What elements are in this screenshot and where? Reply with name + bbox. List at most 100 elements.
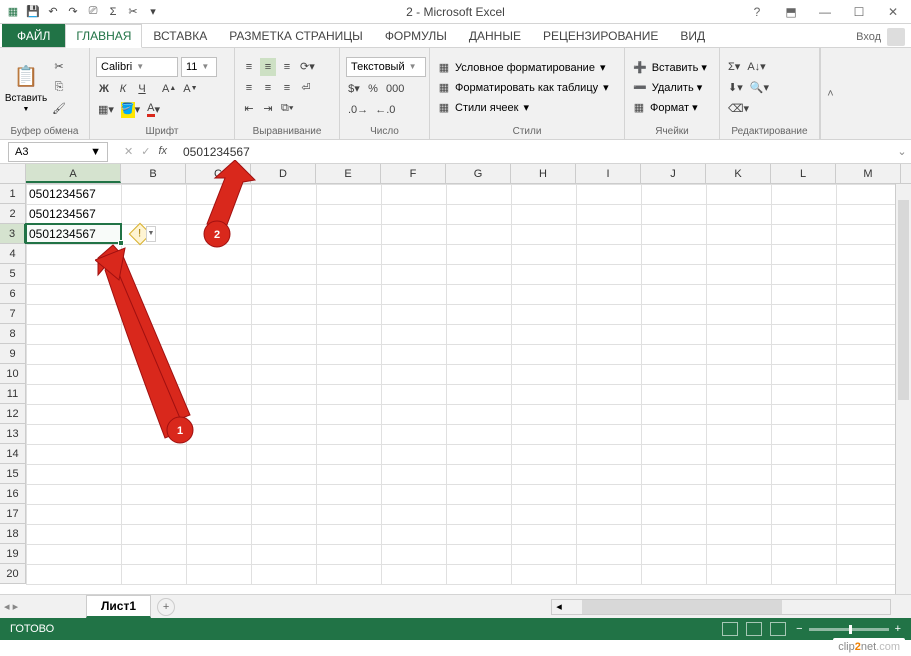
row-header[interactable]: 16: [0, 484, 26, 504]
decrease-indent-button[interactable]: ⇤: [241, 100, 257, 118]
row-header[interactable]: 13: [0, 424, 26, 444]
minimize-icon[interactable]: —: [811, 5, 839, 19]
zoom-in-icon[interactable]: +: [895, 623, 901, 635]
row-header[interactable]: 7: [0, 304, 26, 324]
account-login[interactable]: Вход: [856, 28, 905, 46]
fill-handle[interactable]: [118, 240, 124, 246]
row-header[interactable]: 5: [0, 264, 26, 284]
chevron-down-icon[interactable]: ▼: [90, 146, 101, 158]
clear-button[interactable]: ⌫▾: [726, 100, 751, 118]
fill-color-button[interactable]: 🪣▾: [119, 101, 142, 119]
sheet-tab[interactable]: Лист1: [86, 595, 151, 618]
row-header[interactable]: 20: [0, 564, 26, 584]
row-header[interactable]: 19: [0, 544, 26, 564]
cut-icon[interactable]: ✂: [124, 3, 142, 21]
conditional-formatting-button[interactable]: ▦Условное форматирование▾: [436, 59, 609, 77]
cell-A1[interactable]: 0501234567: [26, 184, 121, 204]
bold-button[interactable]: Ж: [96, 80, 112, 98]
row-header[interactable]: 1: [0, 184, 26, 204]
row-header[interactable]: 10: [0, 364, 26, 384]
redo-icon[interactable]: ↷: [64, 3, 82, 21]
align-right-button[interactable]: ≡: [279, 79, 295, 97]
zoom-out-icon[interactable]: −: [796, 623, 802, 635]
paste-button[interactable]: 📋 Вставить ▼: [6, 51, 46, 124]
cancel-formula-icon[interactable]: ✕: [124, 145, 133, 158]
tab-page-layout[interactable]: РАЗМЕТКА СТРАНИЦЫ: [218, 24, 374, 47]
column-header[interactable]: E: [316, 164, 381, 183]
undo-icon[interactable]: ↶: [44, 3, 62, 21]
percent-button[interactable]: %: [365, 80, 381, 98]
column-header[interactable]: C: [186, 164, 251, 183]
comma-button[interactable]: 000: [384, 80, 406, 98]
help-icon[interactable]: ?: [743, 5, 771, 19]
tab-file[interactable]: ФАЙЛ: [2, 24, 65, 47]
smart-tag-dropdown[interactable]: ▼: [146, 226, 156, 242]
row-header[interactable]: 2: [0, 204, 26, 224]
wrap-text-button[interactable]: ⏎: [298, 79, 314, 97]
autosum-icon[interactable]: Σ: [104, 3, 122, 21]
tab-review[interactable]: РЕЦЕНЗИРОВАНИЕ: [532, 24, 669, 47]
save-icon[interactable]: 💾: [24, 3, 42, 21]
insert-cells-button[interactable]: ➕Вставить▾: [631, 59, 707, 77]
row-header[interactable]: 9: [0, 344, 26, 364]
name-box[interactable]: A3▼: [8, 142, 108, 162]
scrollbar-thumb[interactable]: [582, 600, 782, 614]
borders-button[interactable]: ▦▾: [96, 101, 116, 119]
select-all-corner[interactable]: [0, 164, 26, 183]
column-header[interactable]: H: [511, 164, 576, 183]
increase-indent-button[interactable]: ⇥: [260, 100, 276, 118]
font-name-combo[interactable]: Calibri▼: [96, 57, 178, 77]
column-header[interactable]: J: [641, 164, 706, 183]
scrollbar-thumb[interactable]: [898, 200, 909, 400]
row-header[interactable]: 6: [0, 284, 26, 304]
ribbon-options-icon[interactable]: ⬒: [777, 5, 805, 19]
tab-data[interactable]: ДАННЫЕ: [458, 24, 532, 47]
autosum-button[interactable]: Σ▾: [726, 58, 742, 76]
view-buttons[interactable]: [722, 622, 786, 636]
grow-font-button[interactable]: A▲: [160, 80, 178, 98]
italic-button[interactable]: К: [115, 80, 131, 98]
format-painter-button[interactable]: 🖌: [50, 100, 68, 118]
column-header[interactable]: M: [836, 164, 901, 183]
tab-formulas[interactable]: ФОРМУЛЫ: [374, 24, 458, 47]
row-header[interactable]: 15: [0, 464, 26, 484]
row-header[interactable]: 12: [0, 404, 26, 424]
fx-icon[interactable]: fx: [158, 145, 167, 158]
close-icon[interactable]: ✕: [879, 5, 907, 19]
font-color-button[interactable]: A▾: [145, 101, 162, 119]
touch-mode-icon[interactable]: ⎚: [84, 3, 102, 21]
orientation-button[interactable]: ⟳▾: [298, 58, 317, 76]
enter-formula-icon[interactable]: ✓: [141, 145, 150, 158]
vertical-scrollbar[interactable]: [895, 184, 911, 594]
row-header[interactable]: 18: [0, 524, 26, 544]
maximize-icon[interactable]: ☐: [845, 5, 873, 19]
format-cells-button[interactable]: ▦Формат▾: [631, 99, 707, 117]
merge-button[interactable]: ⧉▾: [279, 100, 295, 118]
font-size-combo[interactable]: 11▼: [181, 57, 217, 77]
column-header[interactable]: G: [446, 164, 511, 183]
row-header[interactable]: 17: [0, 504, 26, 524]
sort-filter-button[interactable]: A↓▾: [745, 58, 767, 76]
align-middle-button[interactable]: ≡: [260, 58, 276, 76]
decrease-decimal-button[interactable]: ←.0: [373, 101, 397, 119]
horizontal-scrollbar[interactable]: ◂: [551, 599, 891, 615]
sheet-nav[interactable]: ◂ ▸: [4, 600, 18, 613]
align-top-button[interactable]: ≡: [241, 58, 257, 76]
shrink-font-button[interactable]: A▼: [181, 80, 199, 98]
column-header[interactable]: K: [706, 164, 771, 183]
column-header[interactable]: A: [26, 164, 121, 183]
accounting-button[interactable]: $▾: [346, 80, 362, 98]
new-sheet-button[interactable]: +: [157, 598, 175, 616]
qat-more-icon[interactable]: ▾: [144, 3, 162, 21]
row-header[interactable]: 4: [0, 244, 26, 264]
column-header[interactable]: B: [121, 164, 186, 183]
increase-decimal-button[interactable]: .0→: [346, 101, 370, 119]
tab-insert[interactable]: ВСТАВКА: [142, 24, 218, 47]
tab-view[interactable]: ВИД: [669, 24, 716, 47]
cut-button[interactable]: ✂: [50, 58, 68, 76]
page-layout-view-icon[interactable]: [746, 622, 762, 636]
cells-area[interactable]: 0501234567 0501234567 0501234567 ! ▼: [26, 184, 911, 584]
normal-view-icon[interactable]: [722, 622, 738, 636]
copy-button[interactable]: ⎘: [50, 79, 68, 97]
column-header[interactable]: I: [576, 164, 641, 183]
